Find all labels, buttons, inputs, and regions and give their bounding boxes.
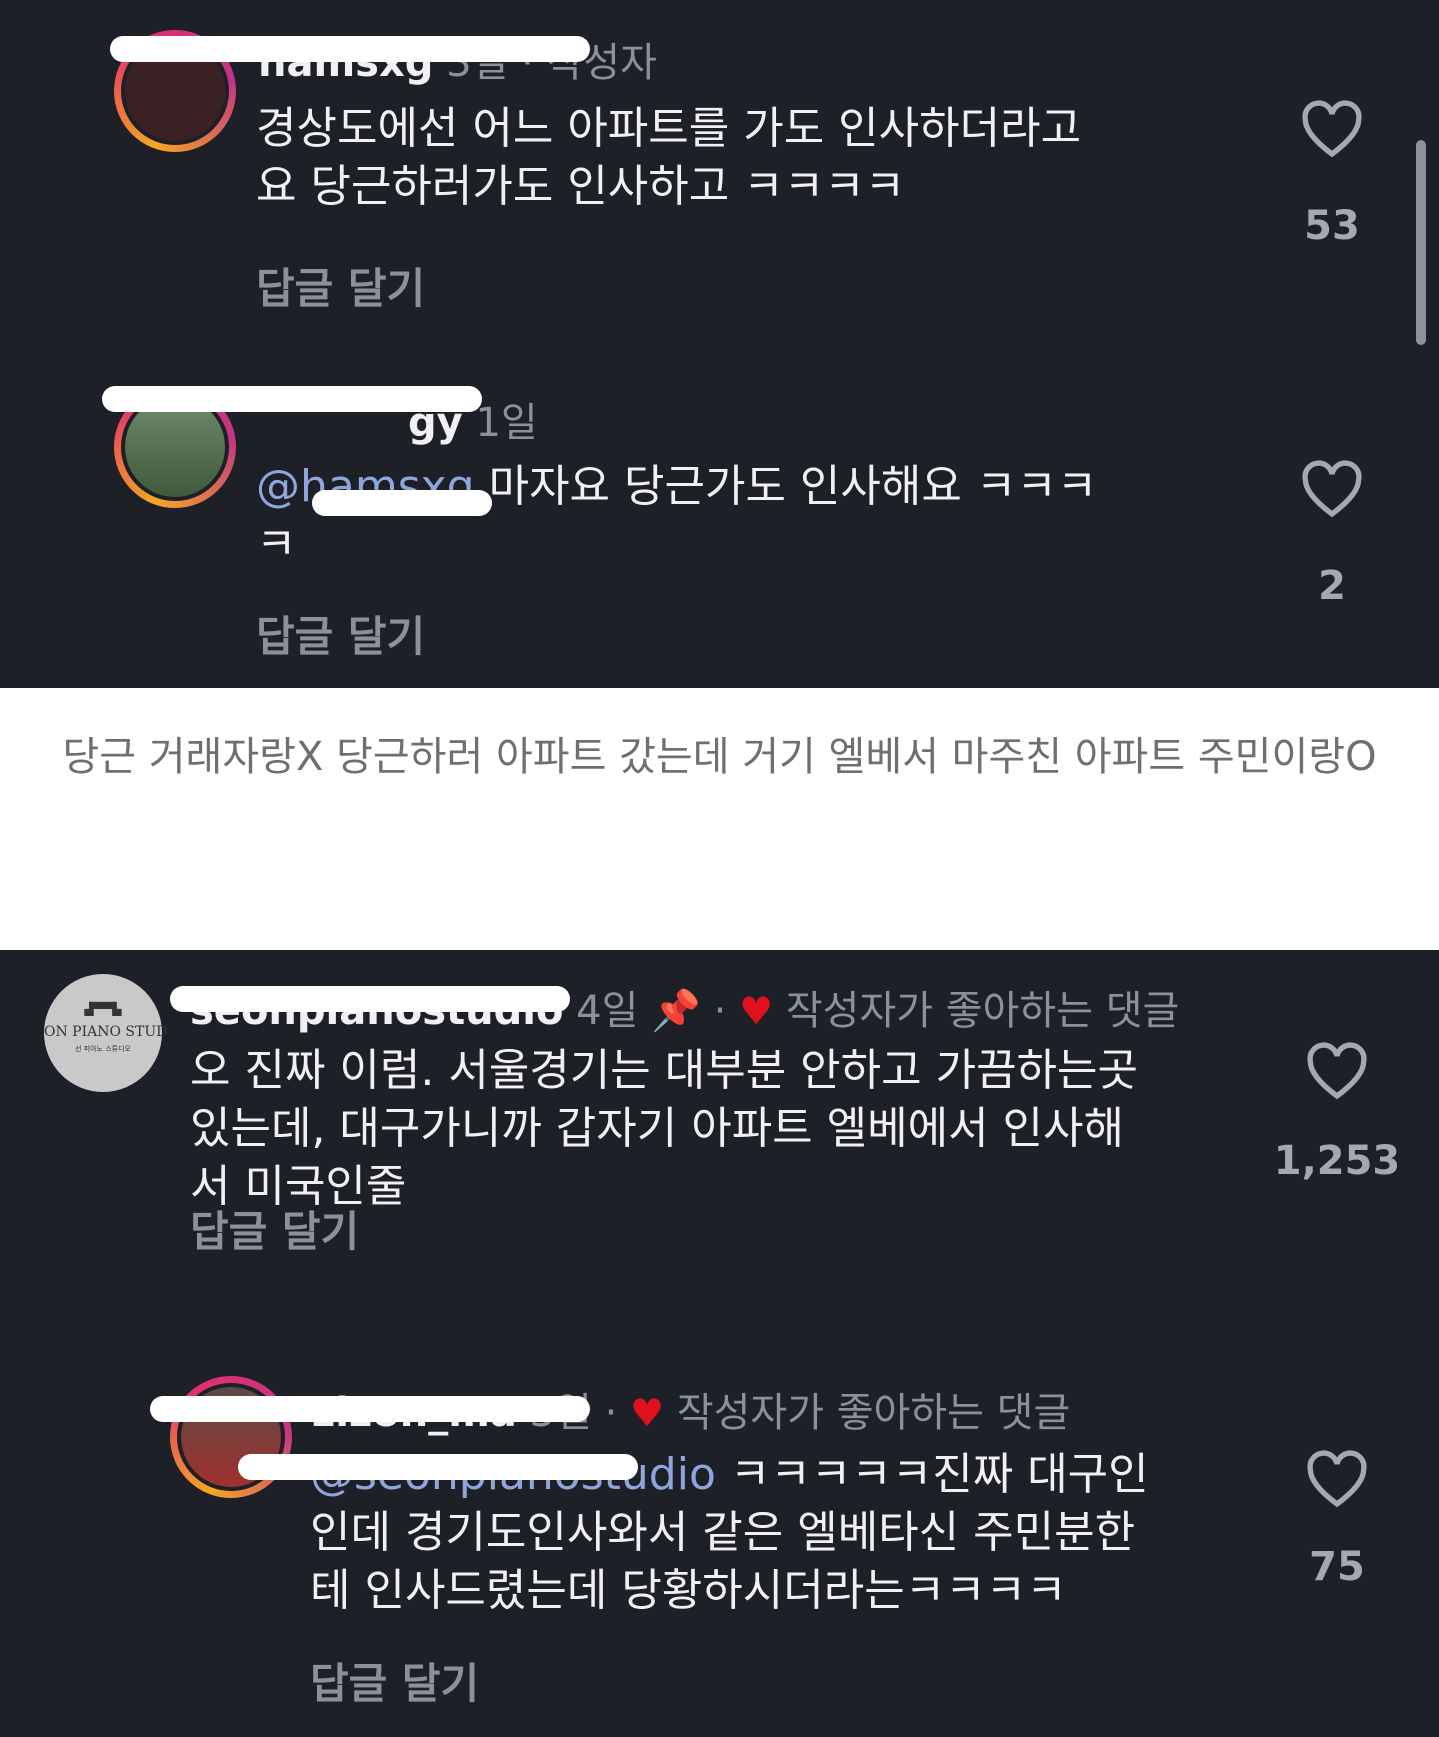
author-liked-label: 작성자가 좋아하는 댓글 [676,1390,1071,1436]
comment-text: 오 진짜 이럼. 서울경기는 대부분 안하고 가끔하는곳 있는데, 대구가니까 … [190,1045,1138,1212]
redaction-scribble [238,1454,638,1480]
heart-outline-icon[interactable] [1300,460,1364,520]
like-count: 1,253 [1273,1138,1401,1184]
avatar-logo-text: ON PIANO STUD [44,1024,168,1040]
redaction-scribble [102,386,482,412]
heart-outline-icon[interactable] [1305,1450,1369,1510]
redaction-scribble [150,1396,590,1422]
redaction-scribble [170,986,570,1012]
comments-panel-bottom: ▟▀▀▙ ON PIANO STUD 선 피아노 스튜디오 seonpianos… [0,950,1439,1737]
like-count: 75 [1309,1544,1365,1590]
avatar[interactable]: ▟▀▀▙ ON PIANO STUD 선 피아노 스튜디오 [44,974,168,1092]
heart-filled-icon: ♥ [630,1391,665,1435]
avatar-logo-subtext: 선 피아노 스튜디오 [75,1045,131,1053]
reply-button[interactable]: 답글 달기 [256,255,425,316]
reply-button[interactable]: 답글 달기 [190,1198,359,1259]
redaction-scribble [312,490,492,516]
meta-separator: · [604,1390,618,1436]
piano-icon: ▟▀▀▙ [84,1002,122,1016]
reply-button[interactable]: 답글 달기 [310,1650,479,1711]
scrollbar[interactable] [1416,140,1426,345]
redaction-scribble [110,36,590,62]
comment-text: 경상도에선 어느 아파트를 가도 인사하더라고 요 당근하러가도 인사하고 ㅋㅋ… [256,103,1082,212]
caption-text: 당근 거래자랑X 당근하러 아파트 갔는데 거기 엘베서 마주친 아파트 주민이… [62,734,1377,780]
reply-button[interactable]: 답글 달기 [256,603,425,664]
pin-icon: 📌 [651,988,701,1034]
meta-separator: · [713,988,727,1034]
heart-filled-icon: ♥ [739,989,774,1033]
comment-time: 1일 [475,400,538,446]
comment-time: 4일 [576,988,639,1034]
comment-text: @hamsxg 마자요 당근가도 인사해요 ㅋㅋㅋ ㅋ [256,458,1097,574]
comments-panel-top: namsxg 3일 · 작성자 경상도에선 어느 아파트를 가도 인사하더라고 … [0,0,1439,688]
like-count: 53 [1304,203,1360,249]
heart-outline-icon[interactable] [1300,100,1364,160]
author-liked-label: 작성자가 좋아하는 댓글 [785,988,1180,1034]
heart-outline-icon[interactable] [1305,1042,1369,1102]
like-count: 2 [1318,563,1346,609]
